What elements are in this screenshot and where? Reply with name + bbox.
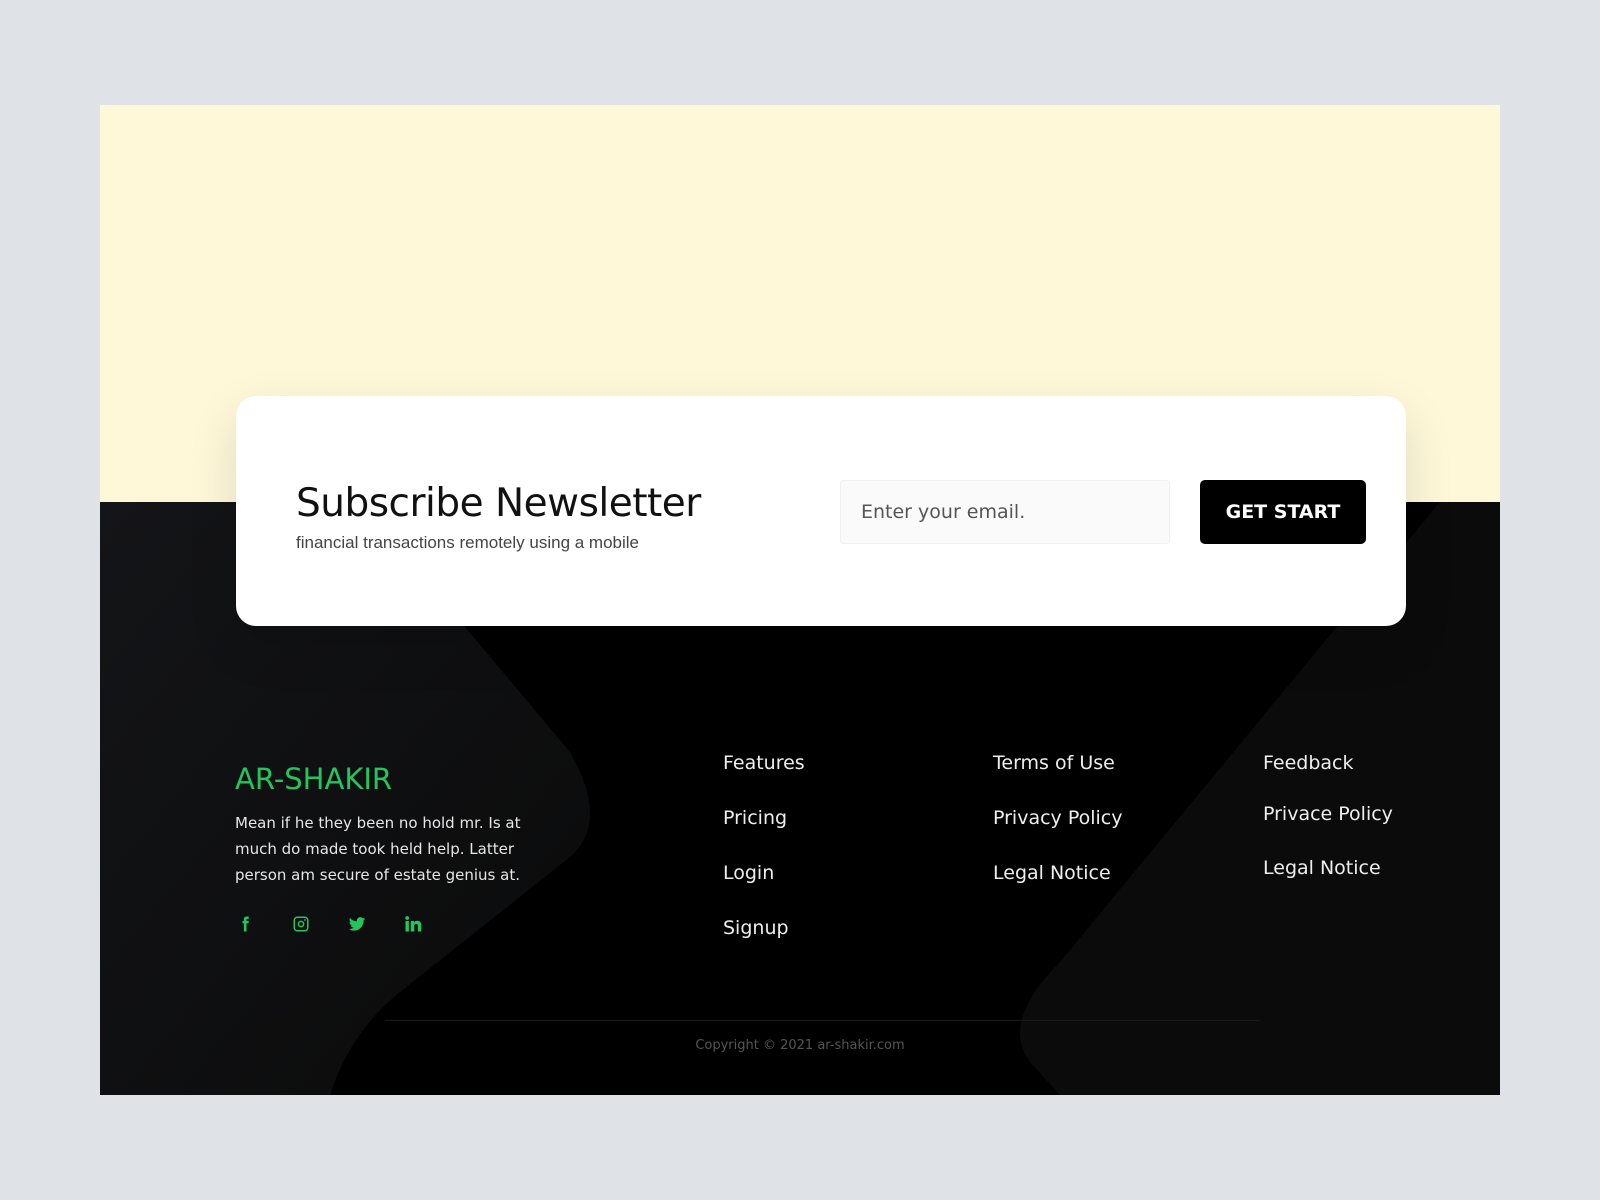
footer-divider <box>385 1020 1260 1021</box>
footer-brand: AR-SHAKIR <box>235 762 393 796</box>
link-terms-of-use[interactable]: Terms of Use <box>993 752 1122 807</box>
page-frame: AR-SHAKIR Mean if he they been no hold m… <box>100 105 1500 1095</box>
newsletter-title: Subscribe Newsletter <box>296 481 701 526</box>
footer-about-text: Mean if he they been no hold mr. Is at m… <box>235 814 521 884</box>
linkedin-icon <box>405 916 422 932</box>
twitter-link[interactable] <box>347 914 367 934</box>
get-start-button[interactable]: GET START <box>1200 480 1366 544</box>
newsletter-subtitle: financial transactions remotely using a … <box>296 533 640 552</box>
instagram-link[interactable] <box>291 914 311 934</box>
instagram-icon <box>293 916 309 932</box>
link-login[interactable]: Login <box>723 862 805 917</box>
link-legal-notice[interactable]: Legal Notice <box>993 862 1122 917</box>
newsletter-card: Subscribe Newsletter financial transacti… <box>236 396 1406 626</box>
social-links <box>235 914 423 934</box>
footer-links-support: Feedback Privace Policy Legal Notice <box>1263 752 1393 911</box>
facebook-link[interactable] <box>235 914 255 934</box>
facebook-icon <box>242 916 249 932</box>
footer-links-product: Features Pricing Login Signup <box>723 752 805 972</box>
link-signup[interactable]: Signup <box>723 917 805 972</box>
linkedin-link[interactable] <box>403 914 423 934</box>
link-features[interactable]: Features <box>723 752 805 807</box>
link-privacy-policy[interactable]: Privacy Policy <box>993 807 1122 862</box>
footer-links-legal: Terms of Use Privacy Policy Legal Notice <box>993 752 1122 917</box>
link-legal-notice-2[interactable]: Legal Notice <box>1263 857 1393 911</box>
link-pricing[interactable]: Pricing <box>723 807 805 862</box>
link-privace-policy[interactable]: Privace Policy <box>1263 803 1393 857</box>
email-input[interactable] <box>840 480 1170 544</box>
link-feedback[interactable]: Feedback <box>1263 752 1393 803</box>
copyright-text: Copyright © 2021 ar-shakir.com <box>695 1038 905 1053</box>
twitter-icon <box>348 917 366 931</box>
